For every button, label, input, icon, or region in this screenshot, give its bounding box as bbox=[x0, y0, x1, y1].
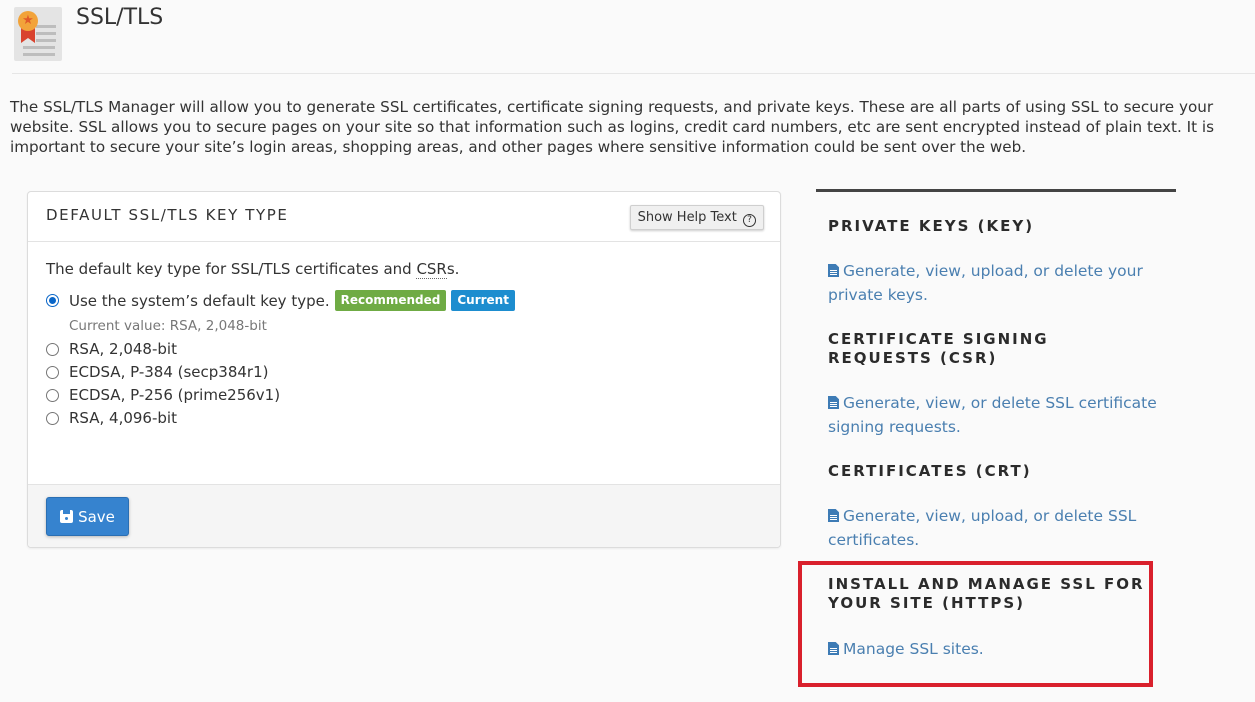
option-ecdsa-p256[interactable]: ECDSA, P-256 (prime256v1) bbox=[46, 386, 280, 404]
file-icon bbox=[828, 264, 839, 277]
radio-system-default[interactable] bbox=[46, 294, 59, 307]
option-label: RSA, 2,048-bit bbox=[69, 340, 177, 358]
recommended-badge: Recommended bbox=[334, 290, 447, 311]
link-text: Generate, view, upload, or delete your p… bbox=[828, 262, 1143, 304]
link-text: Manage SSL sites. bbox=[843, 640, 984, 658]
description-text: The default key type for SSL/TLS certifi… bbox=[46, 260, 417, 278]
option-rsa-4096[interactable]: RSA, 4,096-bit bbox=[46, 409, 177, 427]
option-rsa-2048[interactable]: RSA, 2,048-bit bbox=[46, 340, 177, 358]
file-icon bbox=[828, 509, 839, 522]
description-suffix: s. bbox=[446, 260, 460, 278]
page-title: SSL/TLS bbox=[76, 5, 164, 30]
page-header: ★ SSL/TLS bbox=[12, 0, 1255, 74]
certificate-icon: ★ bbox=[14, 7, 62, 61]
panel-header: DEFAULT SSL/TLS KEY TYPE Show Help Text … bbox=[28, 192, 780, 242]
csr-abbreviation: CSR bbox=[416, 260, 447, 279]
private-keys-link[interactable]: Generate, view, upload, or delete your p… bbox=[828, 259, 1158, 307]
section-title-csr: CERTIFICATE SIGNING REQUESTS (CSR) bbox=[828, 330, 1049, 367]
panel-body: The default key type for SSL/TLS certifi… bbox=[28, 242, 780, 485]
option-label: ECDSA, P-384 (secp384r1) bbox=[69, 363, 269, 381]
intro-text: The SSL/TLS Manager will allow you to ge… bbox=[10, 98, 1215, 156]
save-label: Save bbox=[78, 507, 115, 526]
file-icon bbox=[828, 396, 839, 409]
current-badge: Current bbox=[451, 290, 515, 311]
radio-rsa-2048[interactable] bbox=[46, 342, 59, 356]
link-text: Generate, view, upload, or delete SSL ce… bbox=[828, 507, 1137, 549]
radio-ecdsa-p256[interactable] bbox=[46, 388, 59, 402]
default-key-type-panel: DEFAULT SSL/TLS KEY TYPE Show Help Text … bbox=[27, 191, 781, 548]
option-label: Use the system’s default key type. bbox=[69, 291, 330, 310]
save-button[interactable]: Save bbox=[46, 497, 129, 536]
manage-ssl-sites-link[interactable]: Manage SSL sites. bbox=[828, 637, 1158, 661]
panel-description: The default key type for SSL/TLS certifi… bbox=[46, 260, 460, 279]
radio-rsa-4096[interactable] bbox=[46, 411, 59, 425]
help-button-label: Show Help Text bbox=[637, 210, 737, 225]
option-label: ECDSA, P-256 (prime256v1) bbox=[69, 386, 281, 404]
panel-footer: Save bbox=[28, 484, 780, 547]
sidebar-divider bbox=[816, 189, 1176, 192]
show-help-text-button[interactable]: Show Help Text ? bbox=[629, 205, 764, 230]
current-value-note: Current value: RSA, 2,048-bit bbox=[69, 318, 267, 334]
floppy-disk-icon bbox=[60, 510, 74, 523]
option-ecdsa-p384[interactable]: ECDSA, P-384 (secp384r1) bbox=[46, 363, 268, 381]
section-title-private-keys: PRIVATE KEYS (KEY) bbox=[828, 217, 1035, 235]
section-title-certificates: CERTIFICATES (CRT) bbox=[828, 462, 1032, 480]
section-title-install-manage-ssl: INSTALL AND MANAGE SSL FOR YOUR SITE (HT… bbox=[828, 575, 1145, 612]
option-system-default[interactable]: Use the system’s default key type. Recom… bbox=[46, 290, 515, 311]
question-circle-icon: ? bbox=[743, 214, 756, 227]
certificates-link[interactable]: Generate, view, upload, or delete SSL ce… bbox=[828, 504, 1158, 552]
csr-link[interactable]: Generate, view, or delete SSL certificat… bbox=[828, 391, 1158, 439]
radio-ecdsa-p384[interactable] bbox=[46, 365, 59, 379]
link-text: Generate, view, or delete SSL certificat… bbox=[828, 394, 1157, 436]
file-icon bbox=[828, 642, 839, 655]
panel-title: DEFAULT SSL/TLS KEY TYPE bbox=[46, 206, 289, 224]
option-label: RSA, 4,096-bit bbox=[69, 409, 177, 427]
